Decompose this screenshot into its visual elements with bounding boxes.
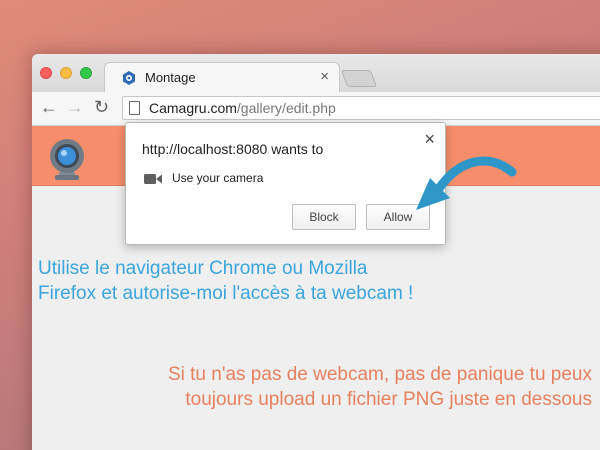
video-camera-icon [144, 174, 162, 184]
page-icon [129, 101, 140, 115]
webcam-icon [50, 139, 84, 180]
reload-icon[interactable]: ↻ [94, 97, 109, 118]
tab-close-icon[interactable]: × [320, 68, 329, 85]
webcam-instructions: Utilise le navigateur Chrome ou Mozilla … [38, 256, 558, 306]
title-bar: Montage × [32, 54, 600, 92]
no-webcam-message: Si tu n'as pas de webcam, pas de panique… [167, 364, 592, 410]
url-path: /gallery/edit.php [236, 100, 336, 116]
intro-line-2: Firefox et autorise-moi l'accès à ta web… [38, 283, 414, 304]
annotation-arrow-icon [416, 156, 517, 210]
forward-arrow-icon[interactable]: → [66, 97, 84, 118]
address-bar[interactable]: Camagru.com/gallery/edit.php [122, 96, 600, 120]
tab-title: Montage [145, 70, 196, 85]
tab-montage[interactable]: Montage × [104, 62, 340, 92]
url-host: Camagru.com [149, 100, 237, 116]
new-tab-button[interactable] [340, 70, 378, 87]
back-arrow-icon[interactable]: ← [40, 97, 58, 118]
url-text: Camagru.com/gallery/edit.php [149, 100, 336, 116]
permission-label: Use your camera [172, 171, 264, 185]
dialog-title: http://localhost:8080 wants to [142, 141, 324, 157]
intro-line-1: Utilise le navigateur Chrome ou Mozilla [38, 258, 368, 279]
block-button[interactable]: Block [292, 204, 356, 230]
browser-window: Montage × ← → ↻ Camagru.com/gallery/edit… [32, 54, 600, 450]
minimize-window-button[interactable] [60, 67, 72, 79]
hexagon-camera-icon [123, 71, 135, 85]
zoom-window-button[interactable] [80, 67, 92, 79]
camera-permission-dialog: http://localhost:8080 wants to × Use you… [125, 122, 446, 245]
close-window-button[interactable] [40, 67, 52, 79]
dialog-close-icon[interactable]: × [424, 129, 435, 150]
browser-toolbar: ← → ↻ Camagru.com/gallery/edit.php [32, 92, 600, 126]
